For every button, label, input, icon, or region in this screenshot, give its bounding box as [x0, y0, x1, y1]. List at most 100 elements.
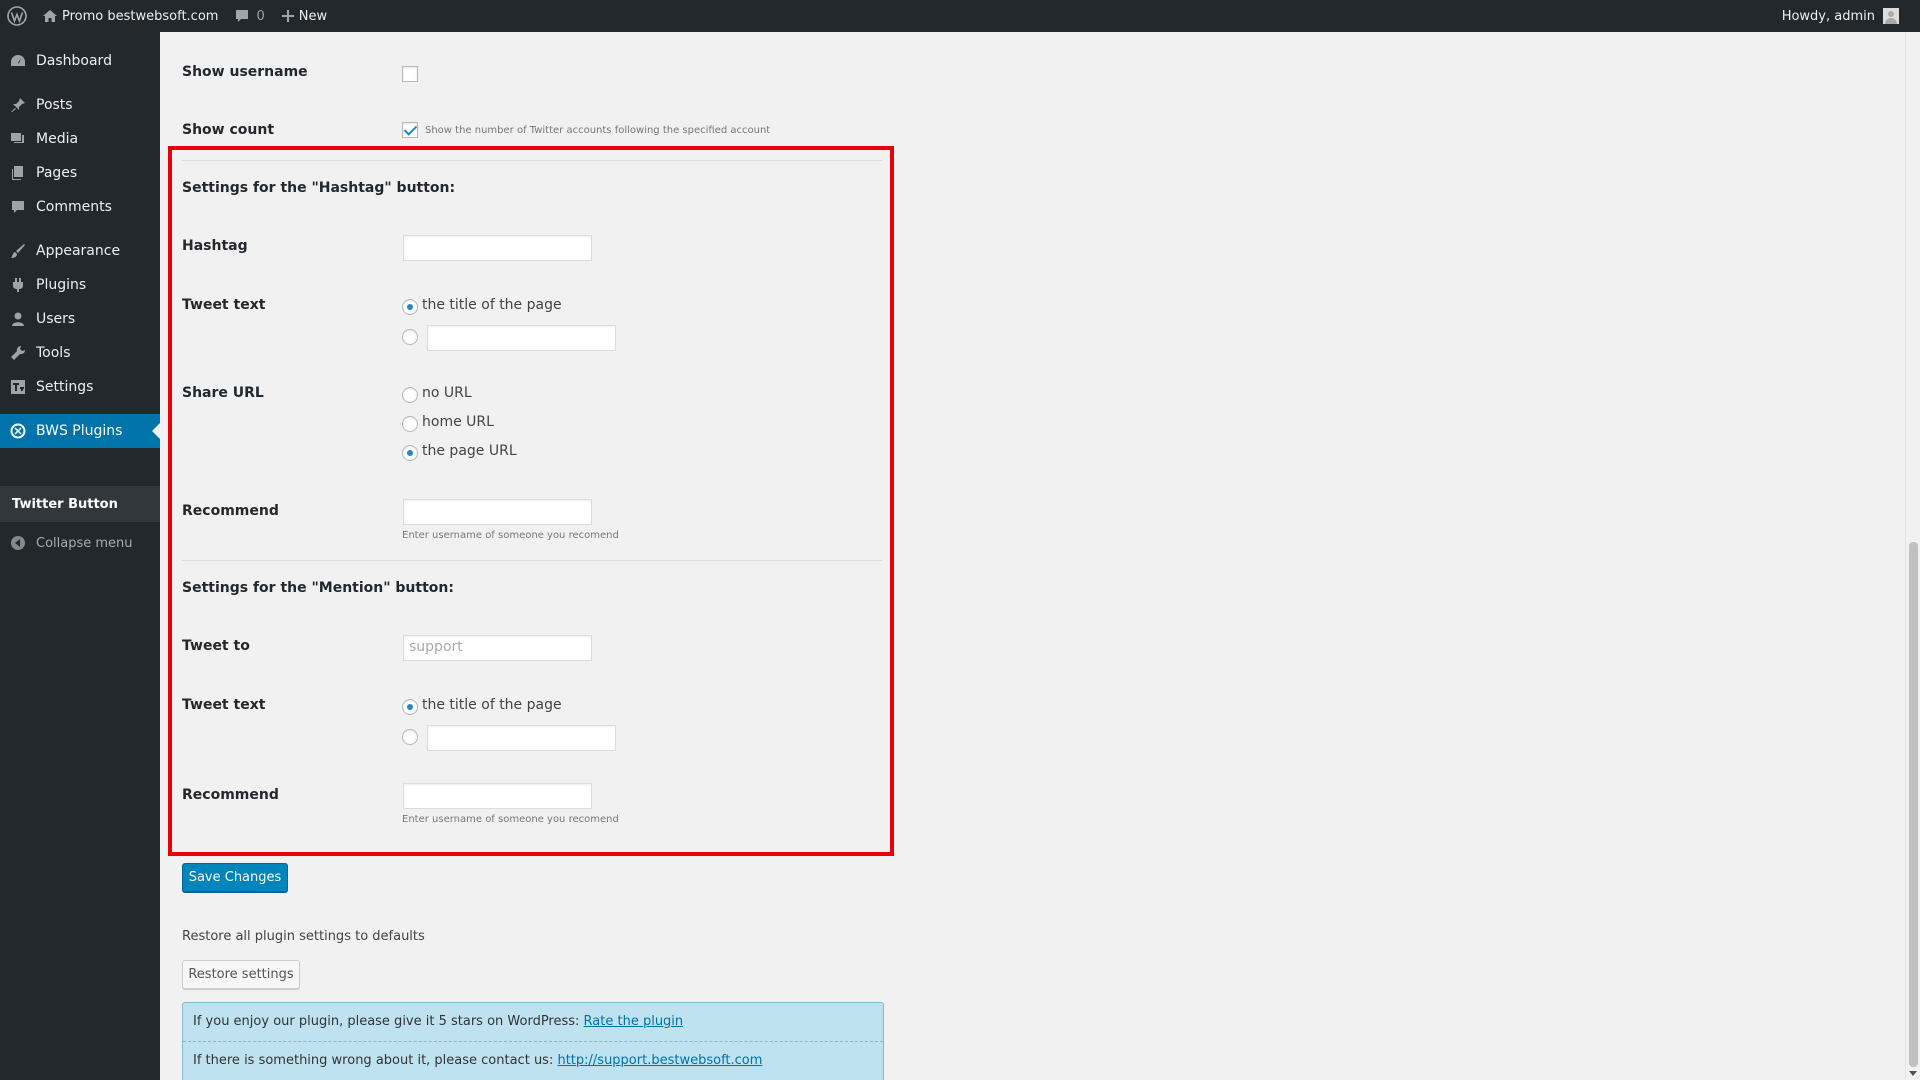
new-content-link[interactable]: New	[273, 0, 335, 32]
share-url-home-radio[interactable]	[402, 416, 418, 432]
wrench-icon	[0, 345, 36, 361]
mention-section-title: Settings for the "Mention" button:	[182, 580, 454, 596]
share-url-none-option: no URL	[422, 385, 472, 401]
show-username-label: Show username	[182, 64, 308, 80]
share-url-page-option: the page URL	[422, 443, 517, 459]
users-icon	[0, 311, 36, 327]
dashboard-icon	[0, 53, 36, 69]
sidebar-item-settings[interactable]: Settings	[0, 370, 160, 404]
pages-icon	[0, 165, 36, 181]
sidebar-item-appearance[interactable]: Appearance	[0, 234, 160, 268]
tweet-to-label: Tweet to	[182, 638, 250, 654]
restore-settings-label: Restore settings	[188, 967, 294, 982]
mention-tweet-text-custom-radio[interactable]	[402, 729, 418, 745]
home-icon	[42, 8, 58, 24]
save-changes-button[interactable]: Save Changes	[182, 863, 288, 892]
hashtag-label: Hashtag	[182, 238, 248, 254]
site-name: Promo bestwebsoft.com	[62, 8, 219, 24]
section-divider	[182, 160, 882, 161]
tweet-to-input[interactable]: support	[403, 635, 592, 661]
mention-tweet-text-custom-input[interactable]	[427, 725, 616, 751]
scroll-down-arrow-icon[interactable]	[1909, 1071, 1917, 1076]
comment-icon	[234, 8, 250, 24]
admin-bar: Promo bestwebsoft.com 0 New Howdy, admin	[0, 0, 1920, 32]
sidebar-item-label: Appearance	[36, 243, 121, 259]
sidebar-item-label: Comments	[36, 199, 112, 215]
sidebar-item-bws-plugins[interactable]: BWS Plugins	[0, 414, 160, 448]
mention-recommend-input[interactable]	[403, 783, 592, 809]
sidebar-subitem-twitter-button[interactable]: Twitter Button	[0, 486, 160, 522]
account-menu[interactable]: Howdy, admin	[1782, 8, 1920, 24]
show-count-label: Show count	[182, 122, 275, 138]
sidebar-item-posts[interactable]: Posts	[0, 88, 160, 122]
sidebar-item-media[interactable]: Media	[0, 122, 160, 156]
sidebar-subitem-label: Twitter Button	[12, 496, 118, 512]
hashtag-input[interactable]	[403, 235, 592, 261]
tweet-text-title-radio[interactable]	[402, 299, 418, 315]
sidebar-item-label: Tools	[36, 345, 71, 361]
tweet-text-custom-input[interactable]	[427, 325, 616, 351]
sidebar-item-label: BWS Plugins	[36, 423, 123, 439]
sidebar-item-comments[interactable]: Comments	[0, 190, 160, 224]
support-link[interactable]: http://support.bestwebsoft.com	[557, 1053, 762, 1068]
sidebar-item-users[interactable]: Users	[0, 302, 160, 336]
brush-icon	[0, 243, 36, 259]
settings-content: Show username Show count Show the number…	[160, 32, 1905, 1080]
contact-notice-row: If there is something wrong about it, pl…	[193, 1053, 762, 1068]
restore-settings-button[interactable]: Restore settings	[182, 960, 300, 989]
comment-icon	[0, 199, 36, 215]
recommend-description: Enter username of someone you recomend	[402, 530, 619, 541]
tweet-text-label: Tweet text	[182, 297, 266, 313]
rate-plugin-link[interactable]: Rate the plugin	[584, 1014, 684, 1029]
rate-notice-text: If you enjoy our plugin, please give it …	[193, 1014, 584, 1029]
share-url-label: Share URL	[182, 385, 264, 401]
pin-icon	[0, 97, 36, 113]
show-count-description: Show the number of Twitter accounts foll…	[425, 125, 771, 136]
comments-link[interactable]: 0	[226, 0, 272, 32]
recommend-label: Recommend	[182, 503, 279, 519]
collapse-label: Collapse menu	[36, 535, 133, 551]
sidebar-item-dashboard[interactable]: Dashboard	[0, 44, 160, 78]
sidebar-item-label: Pages	[36, 165, 78, 181]
contact-notice-text: If there is something wrong about it, pl…	[193, 1053, 558, 1068]
howdy-text: Howdy, admin	[1781, 8, 1875, 24]
plus-icon	[281, 9, 295, 23]
mention-recommend-description: Enter username of someone you recomend	[402, 814, 619, 825]
sidebar-item-label: Users	[36, 311, 76, 327]
sidebar-item-label: Media	[36, 131, 79, 147]
admin-sidebar: Dashboard Posts Media Pages Comments App…	[0, 32, 160, 1080]
sidebar-item-label: Settings	[36, 379, 94, 395]
sidebar-item-plugins[interactable]: Plugins	[0, 268, 160, 302]
sidebar-item-label: Dashboard	[36, 53, 112, 69]
sidebar-item-label: Plugins	[36, 277, 87, 293]
mention-tweet-text-title-option: the title of the page	[422, 697, 562, 713]
tweet-text-custom-radio[interactable]	[402, 329, 418, 345]
page-scrollbar[interactable]	[1905, 32, 1920, 1080]
mention-tweet-text-title-radio[interactable]	[402, 699, 418, 715]
section-divider	[182, 560, 882, 561]
collapse-menu-button[interactable]: Collapse menu	[0, 526, 160, 560]
notice-divider	[183, 1041, 883, 1042]
save-changes-label: Save Changes	[188, 870, 282, 885]
share-url-page-radio[interactable]	[402, 445, 418, 461]
show-count-checkbox[interactable]	[402, 122, 418, 138]
share-url-none-radio[interactable]	[402, 387, 418, 403]
recommend-input[interactable]	[403, 499, 592, 525]
scrollbar-thumb[interactable]	[1909, 542, 1918, 1067]
sidebar-item-label: Posts	[36, 97, 73, 113]
site-name-link[interactable]: Promo bestwebsoft.com	[34, 0, 226, 32]
wordpress-logo-icon[interactable]	[0, 0, 34, 32]
settings-icon	[0, 379, 36, 395]
hashtag-section-title: Settings for the "Hashtag" button:	[182, 180, 456, 196]
show-username-checkbox[interactable]	[402, 66, 418, 82]
media-icon	[0, 131, 36, 147]
sidebar-item-tools[interactable]: Tools	[0, 336, 160, 370]
tweet-to-placeholder: support	[409, 639, 463, 655]
collapse-arrow-icon	[0, 535, 36, 551]
rate-notice-row: If you enjoy our plugin, please give it …	[193, 1014, 683, 1029]
sidebar-item-pages[interactable]: Pages	[0, 156, 160, 190]
comments-count: 0	[256, 8, 265, 24]
mention-tweet-text-label: Tweet text	[182, 697, 266, 713]
mention-recommend-label: Recommend	[182, 787, 279, 803]
new-label: New	[298, 8, 328, 24]
